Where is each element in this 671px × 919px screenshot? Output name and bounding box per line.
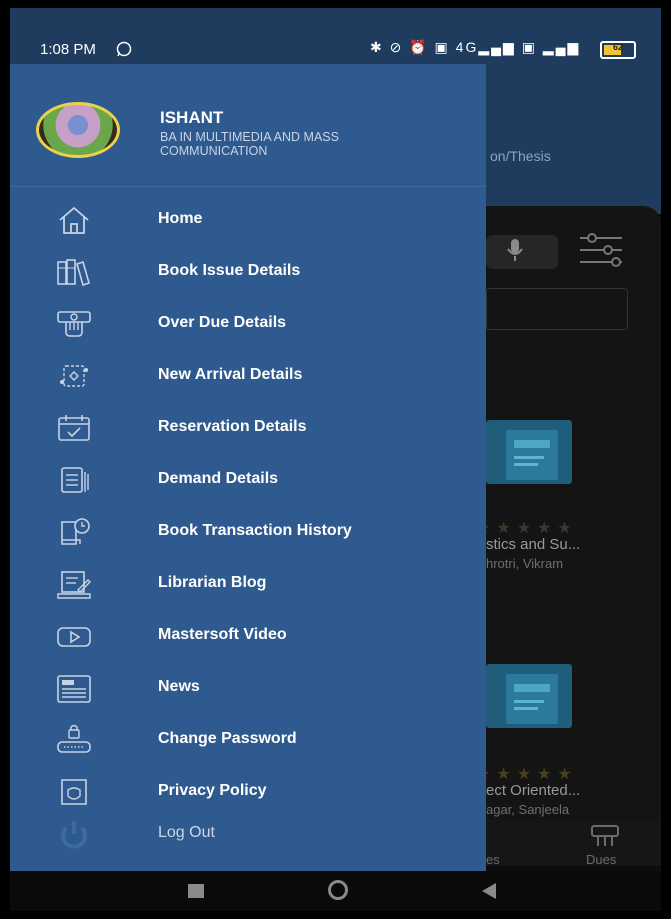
whatsapp-icon [116, 41, 132, 62]
background-book-title: ect Oriented... [486, 782, 581, 799]
home-button[interactable] [328, 880, 348, 900]
menu-label: Change Password [158, 730, 297, 747]
battery-icon: 62 [600, 41, 636, 59]
user-course: BA IN MULTIMEDIA AND MASS COMMUNICATION [160, 130, 339, 158]
menu-label: Mastersoft Video [158, 626, 287, 643]
background-book-author: hrotri, Vikram [486, 556, 564, 571]
privacy-shield-icon [54, 776, 94, 808]
book-cover-icon [486, 664, 572, 728]
status-icons: ✱ ⊘ ⏰ ▣ 4G▂▄▆ ▣ ▂▄▆ [370, 39, 581, 55]
menu-label: Book Transaction History [158, 522, 352, 539]
background-book-author: agar, Sanjeela [486, 802, 570, 817]
dues-icon [588, 822, 622, 855]
status-bar: 1:08 PM ✱ ⊘ ⏰ ▣ 4G▂▄▆ ▣ ▂▄▆ 62 [10, 8, 661, 66]
menu-label: Demand Details [158, 470, 279, 487]
menu-label: News [158, 678, 200, 695]
user-name: ISHANT [160, 108, 224, 127]
background-bottom-nav [486, 820, 661, 866]
menu-label: Privacy Policy [158, 782, 267, 799]
microphone-icon [506, 237, 524, 269]
demand-list-icon [54, 464, 94, 496]
menu-item-reservation[interactable]: Reservation Details [10, 402, 486, 454]
menu-item-demand[interactable]: Demand Details [10, 454, 486, 506]
phone-screen: on/Thesis ★★★★★ stics and Su... hrotri, … [10, 8, 661, 911]
rating-stars: ★★★★★ [476, 520, 578, 537]
books-icon [54, 256, 94, 288]
blog-icon [54, 568, 94, 600]
power-icon [54, 818, 94, 850]
menu-label: Librarian Blog [158, 574, 267, 591]
menu-item-book-issue[interactable]: Book Issue Details [10, 246, 486, 298]
status-time: 1:08 PM [40, 41, 96, 58]
menu-label: Book Issue Details [158, 262, 301, 279]
book-cover-icon [486, 420, 572, 484]
newspaper-icon [54, 672, 94, 704]
new-arrival-icon [54, 360, 94, 392]
background-input [486, 288, 628, 330]
menu-item-mastersoft-video[interactable]: Mastersoft Video [10, 610, 486, 662]
avatar[interactable] [36, 102, 120, 158]
background-book-title: stics and Su... [486, 536, 581, 553]
menu-item-log-out[interactable]: Log Out [10, 808, 486, 860]
menu-item-new-arrival[interactable]: New Arrival Details [10, 350, 486, 402]
menu-item-book-transaction-history[interactable]: Book Transaction History [10, 506, 486, 558]
menu-label: Over Due Details [158, 314, 287, 331]
overdue-icon [54, 308, 94, 340]
menu-label: Reservation Details [158, 418, 307, 435]
background-tab-label: on/Thesis [490, 148, 551, 164]
recents-button[interactable] [188, 884, 204, 898]
background-nav-label: es [486, 852, 500, 867]
rating-stars: ★★★★★ [476, 766, 578, 783]
menu-item-news[interactable]: News [10, 662, 486, 714]
menu-item-home[interactable]: Home [10, 194, 486, 246]
video-play-icon [54, 620, 94, 652]
battery-level: 62 [612, 42, 623, 52]
menu-label: Log Out [158, 824, 215, 841]
drawer-header: ISHANT BA IN MULTIMEDIA AND MASS COMMUNI… [10, 64, 486, 187]
back-button[interactable] [482, 883, 496, 899]
menu-item-change-password[interactable]: Change Password [10, 714, 486, 766]
menu-item-librarian-blog[interactable]: Librarian Blog [10, 558, 486, 610]
menu-item-over-due[interactable]: Over Due Details [10, 298, 486, 350]
home-icon [54, 204, 94, 236]
calendar-check-icon [54, 412, 94, 444]
filter-icon [576, 230, 626, 275]
password-lock-icon [54, 724, 94, 756]
menu-label: New Arrival Details [158, 366, 303, 383]
navigation-drawer: ISHANT BA IN MULTIMEDIA AND MASS COMMUNI… [10, 64, 486, 871]
transaction-history-icon [54, 516, 94, 548]
system-nav-bar [10, 871, 661, 911]
menu-label: Home [158, 210, 203, 227]
